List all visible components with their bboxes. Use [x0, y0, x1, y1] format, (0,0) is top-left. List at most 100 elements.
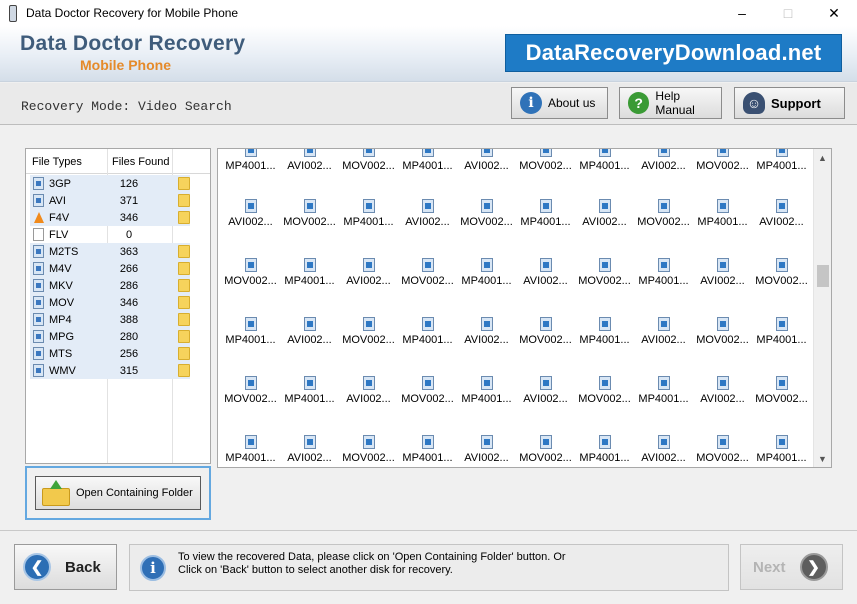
recovered-file-item[interactable]: AVI002...: [457, 149, 516, 183]
scroll-thumb[interactable]: [817, 265, 829, 287]
files-scrollbar[interactable]: ▲ ▼: [813, 149, 831, 467]
file-type-row[interactable]: F4V 346: [30, 209, 190, 226]
recovered-file-item[interactable]: AVI002...: [516, 258, 575, 298]
recovered-file-item[interactable]: MOV002...: [339, 317, 398, 357]
file-type-row[interactable]: AVI 371: [30, 192, 190, 209]
recovered-file-item[interactable]: MP4001...: [221, 317, 280, 357]
folder-icon[interactable]: [178, 279, 190, 292]
recovered-file-item[interactable]: MP4001...: [457, 376, 516, 416]
recovered-file-item[interactable]: AVI002...: [516, 376, 575, 416]
recovered-file-item[interactable]: MP4001...: [280, 376, 339, 416]
recovered-file-item[interactable]: MOV002...: [752, 258, 811, 298]
recovered-file-item[interactable]: MP4001...: [752, 149, 811, 183]
recovered-file-item[interactable]: MP4001...: [575, 435, 634, 467]
recovered-file-item[interactable]: AVI002...: [634, 149, 693, 183]
recovered-file-item[interactable]: MP4001...: [457, 258, 516, 298]
back-button[interactable]: ❮ Back: [14, 544, 117, 590]
recovered-file-item[interactable]: AVI002...: [693, 376, 752, 416]
recovered-files-grid[interactable]: MP4001... AVI002... MOV002... MP4001... AVI0…: [217, 148, 832, 468]
recovered-file-item[interactable]: AVI002...: [634, 435, 693, 467]
maximize-button[interactable]: □: [765, 0, 811, 26]
recovered-file-item[interactable]: MOV002...: [752, 376, 811, 416]
recovered-file-item[interactable]: MP4001...: [280, 258, 339, 298]
file-type-row[interactable]: M4V 266: [30, 260, 190, 277]
folder-icon[interactable]: [178, 194, 190, 207]
folder-icon[interactable]: [178, 296, 190, 309]
help-manual-button[interactable]: ? Help Manual: [619, 87, 722, 119]
scroll-up-arrow-icon[interactable]: ▲: [814, 149, 831, 166]
recovered-file-item[interactable]: MOV002...: [516, 149, 575, 183]
recovered-file-item[interactable]: MP4001...: [752, 317, 811, 357]
recovered-file-item[interactable]: MP4001...: [693, 199, 752, 239]
recovered-file-item[interactable]: MP4001...: [634, 376, 693, 416]
folder-icon[interactable]: [178, 347, 190, 360]
next-button[interactable]: Next ❯: [740, 544, 843, 590]
recovered-file-item[interactable]: AVI002...: [634, 317, 693, 357]
recovered-file-item[interactable]: MP4001...: [575, 149, 634, 183]
support-button[interactable]: ☺ Support: [734, 87, 845, 119]
recovered-file-item[interactable]: MOV002...: [575, 376, 634, 416]
file-type-row[interactable]: FLV 0: [30, 226, 190, 243]
recovered-file-item[interactable]: MOV002...: [339, 435, 398, 467]
file-type-row[interactable]: MOV 346: [30, 294, 190, 311]
minimize-button[interactable]: –: [719, 0, 765, 26]
file-type-row[interactable]: WMV 315: [30, 362, 190, 379]
recovered-file-item[interactable]: MP4001...: [221, 149, 280, 183]
recovered-file-item[interactable]: MP4001...: [575, 317, 634, 357]
recovered-file-item[interactable]: MOV002...: [339, 149, 398, 183]
recovered-file-item[interactable]: MOV002...: [398, 376, 457, 416]
file-type-row[interactable]: MP4 388: [30, 311, 190, 328]
file-type-row[interactable]: M2TS 363: [30, 243, 190, 260]
recovered-file-item[interactable]: AVI002...: [398, 199, 457, 239]
recovered-file-item[interactable]: MP4001...: [516, 199, 575, 239]
column-files-found[interactable]: Files Found: [112, 156, 169, 168]
recovered-file-item[interactable]: AVI002...: [280, 435, 339, 467]
recovered-file-item[interactable]: AVI002...: [280, 149, 339, 183]
close-button[interactable]: ✕: [811, 0, 857, 26]
scroll-down-arrow-icon[interactable]: ▼: [814, 450, 831, 467]
recovered-file-item[interactable]: MOV002...: [398, 258, 457, 298]
open-containing-folder-button[interactable]: Open Containing Folder: [35, 476, 201, 510]
file-types-list[interactable]: File Types Files Found 3GP 126 AVI 371 F4V 34…: [25, 148, 211, 464]
folder-icon[interactable]: [178, 245, 190, 258]
recovered-file-item[interactable]: AVI002...: [280, 317, 339, 357]
folder-icon[interactable]: [178, 177, 190, 190]
file-type-row[interactable]: MTS 256: [30, 345, 190, 362]
folder-icon[interactable]: [178, 262, 190, 275]
recovered-file-item[interactable]: AVI002...: [457, 317, 516, 357]
recovered-file-item[interactable]: MOV002...: [516, 435, 575, 467]
folder-icon[interactable]: [178, 313, 190, 326]
recovered-file-item[interactable]: MP4001...: [634, 258, 693, 298]
folder-icon[interactable]: [178, 211, 190, 224]
recovered-file-item[interactable]: AVI002...: [457, 435, 516, 467]
file-type-row[interactable]: 3GP 126: [30, 175, 190, 192]
recovered-file-item[interactable]: MOV002...: [457, 199, 516, 239]
recovered-file-item[interactable]: AVI002...: [575, 199, 634, 239]
recovered-file-item[interactable]: MP4001...: [339, 199, 398, 239]
recovered-file-item[interactable]: MOV002...: [693, 435, 752, 467]
recovered-file-item[interactable]: AVI002...: [752, 199, 811, 239]
recovered-file-item[interactable]: MOV002...: [693, 317, 752, 357]
file-type-row[interactable]: MPG 280: [30, 328, 190, 345]
recovered-file-item[interactable]: MP4001...: [752, 435, 811, 467]
recovered-file-item[interactable]: MP4001...: [398, 435, 457, 467]
recovered-file-item[interactable]: MP4001...: [398, 317, 457, 357]
recovered-file-item[interactable]: AVI002...: [339, 258, 398, 298]
recovered-file-item[interactable]: MOV002...: [693, 149, 752, 183]
recovered-file-item[interactable]: MOV002...: [221, 376, 280, 416]
recovered-file-item[interactable]: MOV002...: [516, 317, 575, 357]
recovered-file-item[interactable]: MOV002...: [280, 199, 339, 239]
recovered-file-item[interactable]: MOV002...: [634, 199, 693, 239]
recovered-file-item[interactable]: AVI002...: [221, 199, 280, 239]
file-type-row[interactable]: MKV 286: [30, 277, 190, 294]
recovered-file-item[interactable]: AVI002...: [339, 376, 398, 416]
recovered-file-item[interactable]: MOV002...: [575, 258, 634, 298]
recovered-file-item[interactable]: AVI002...: [693, 258, 752, 298]
column-file-types[interactable]: File Types: [32, 156, 82, 168]
recovered-file-item[interactable]: MP4001...: [221, 435, 280, 467]
about-us-button[interactable]: i About us: [511, 87, 608, 119]
folder-icon[interactable]: [178, 330, 190, 343]
recovered-file-item[interactable]: MP4001...: [398, 149, 457, 183]
folder-icon[interactable]: [178, 364, 190, 377]
recovered-file-item[interactable]: MOV002...: [221, 258, 280, 298]
